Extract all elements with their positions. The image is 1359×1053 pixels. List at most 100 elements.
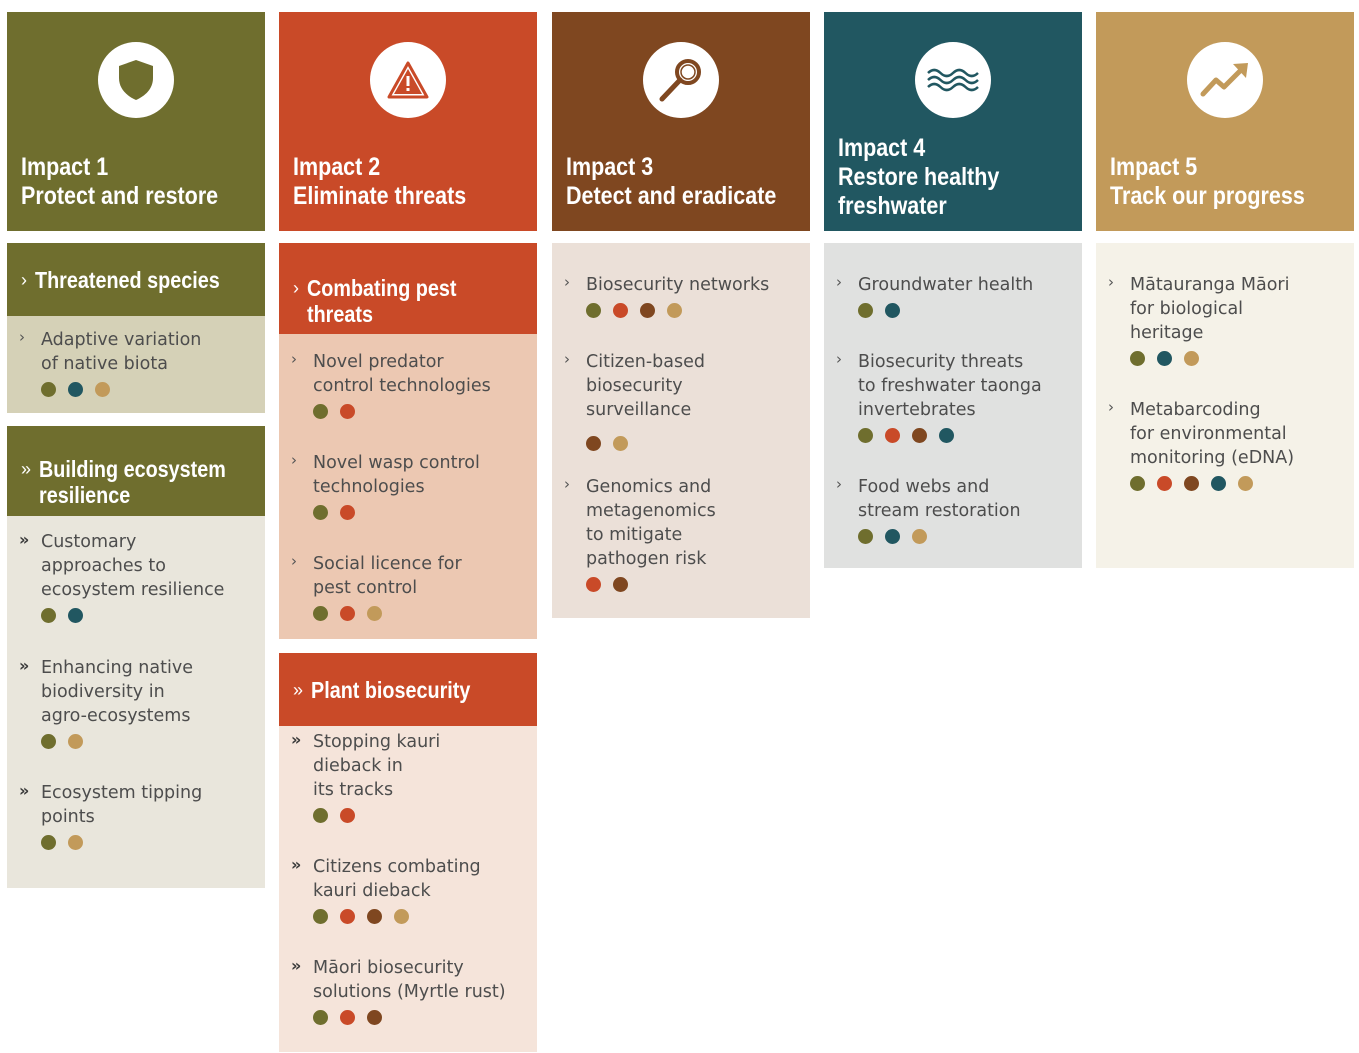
dot-olive: [313, 505, 328, 520]
dot-row: [1130, 351, 1346, 366]
item-label: Food webs and stream restoration: [858, 477, 1021, 521]
dot-teal: [68, 382, 83, 397]
dot-brown: [1184, 476, 1199, 491]
dot-row: [858, 529, 1074, 544]
shield-icon: [119, 60, 153, 100]
dot-gold: [394, 909, 409, 924]
item-label: Citizens combating kauri dieback: [313, 857, 481, 901]
chevron-right-icon: ›: [293, 278, 299, 298]
dot-row: [41, 734, 257, 749]
list-item: › Novel wasp control technologies: [291, 451, 529, 520]
dot-gold: [1238, 476, 1253, 491]
dot-row: [41, 608, 257, 623]
double-chevron-icon: »: [293, 679, 304, 700]
bullet: ›: [291, 350, 297, 368]
chevron-right-icon: ›: [21, 269, 27, 290]
dot-teal: [1157, 351, 1172, 366]
section-threatened-species-header: › Threatened species: [7, 243, 265, 316]
dot-teal: [68, 608, 83, 623]
list-item: › Biosecurity threats to freshwater taon…: [836, 350, 1074, 443]
section-building-resilience-panel: » Customary approaches to ecosystem resi…: [7, 516, 265, 888]
impact-4-panel: › Groundwater health › Biosecurity threa…: [824, 243, 1082, 568]
dot-brown: [912, 428, 927, 443]
section-combating-pest-header: › Combating pest threats: [279, 243, 537, 334]
dot-olive: [858, 529, 873, 544]
impact-5-number: Impact 5: [1110, 153, 1198, 181]
list-item: › Citizen-based biosecurity surveillance: [564, 350, 802, 451]
dot-brown: [640, 303, 655, 318]
bullet: ›: [836, 475, 842, 493]
dot-olive: [41, 608, 56, 623]
impact-4-title-line2: freshwater: [838, 192, 947, 220]
dot-red: [340, 404, 355, 419]
warning-icon: [387, 61, 429, 99]
section-plant-biosecurity-panel: » Stopping kauri dieback in its tracks »…: [279, 726, 537, 1052]
trend-up-icon-circle: [1187, 42, 1263, 118]
dot-gold: [613, 436, 628, 451]
item-label: Stopping kauri dieback in its tracks: [313, 732, 441, 800]
dot-olive: [586, 303, 601, 318]
list-item: › Adaptive variation of native biota: [19, 328, 257, 397]
section-title-line2: resilience: [39, 482, 131, 508]
dot-gold: [68, 835, 83, 850]
dot-olive: [41, 382, 56, 397]
item-label: Māori biosecurity solutions (Myrtle rust…: [313, 958, 506, 1002]
dot-gold: [912, 529, 927, 544]
list-item: › Social licence for pest control: [291, 552, 529, 621]
dot-row: [858, 428, 1074, 443]
impact-1-header: Impact 1 Protect and restore: [7, 12, 265, 231]
dot-red: [340, 909, 355, 924]
impact-3-number: Impact 3: [566, 153, 654, 181]
warning-icon-circle: [370, 42, 446, 118]
impact-2-number: Impact 2: [293, 153, 381, 181]
dot-row: [313, 606, 529, 621]
dot-gold: [1184, 351, 1199, 366]
impact-1-title: Protect and restore: [21, 182, 219, 210]
dot-row: [586, 577, 802, 592]
impact-2-header: Impact 2 Eliminate threats: [279, 12, 537, 231]
item-label: Biosecurity threats to freshwater taonga…: [858, 352, 1042, 420]
bullet: ›: [19, 328, 25, 346]
dot-brown: [367, 1010, 382, 1025]
dot-teal: [1211, 476, 1226, 491]
bullet: ›: [564, 350, 570, 368]
bullet: ›: [1108, 398, 1114, 416]
magnifier-icon: [659, 59, 701, 102]
bullet: »: [291, 855, 302, 874]
section-threatened-species-panel: › Adaptive variation of native biota: [7, 316, 265, 413]
item-label: Customary approaches to ecosystem resili…: [41, 532, 225, 600]
dot-red: [885, 428, 900, 443]
dot-gold: [95, 382, 110, 397]
list-item: » Stopping kauri dieback in its tracks: [291, 730, 529, 823]
list-item: › Biosecurity networks: [564, 273, 802, 318]
list-item: › Genomics and metagenomics to mitigate …: [564, 475, 802, 592]
bullet: »: [19, 781, 30, 800]
item-label: Metabarcoding for environmental monitori…: [1130, 400, 1295, 468]
water-waves-icon-circle: [915, 42, 991, 118]
dot-red: [1157, 476, 1172, 491]
list-item: › Mātauranga Māori for biological herita…: [1108, 273, 1346, 366]
bullet: ›: [836, 350, 842, 368]
section-title: Combating pest: [307, 275, 457, 301]
dot-olive: [313, 909, 328, 924]
bullet: ›: [291, 552, 297, 570]
list-item: › Metabarcoding for environmental monito…: [1108, 398, 1346, 491]
list-item: › Groundwater health: [836, 273, 1074, 318]
impact-1-number: Impact 1: [21, 153, 109, 181]
list-item: » Māori biosecurity solutions (Myrtle ru…: [291, 956, 529, 1025]
section-plant-biosecurity-header: » Plant biosecurity: [279, 653, 537, 726]
dot-teal: [939, 428, 954, 443]
list-item: » Ecosystem tipping points: [19, 781, 257, 850]
dot-row: [858, 303, 1074, 318]
item-label: Adaptive variation of native biota: [41, 330, 202, 374]
impact-2-title: Eliminate threats: [293, 182, 467, 210]
dot-red: [613, 303, 628, 318]
dot-olive: [41, 835, 56, 850]
bullet: »: [291, 730, 302, 749]
dot-row: [586, 436, 802, 451]
item-label: Social licence for pest control: [313, 554, 462, 598]
dot-row: [313, 1010, 529, 1025]
dot-olive: [858, 303, 873, 318]
section-building-resilience-header: » Building ecosystem resilience: [7, 426, 265, 516]
dot-olive: [1130, 476, 1145, 491]
